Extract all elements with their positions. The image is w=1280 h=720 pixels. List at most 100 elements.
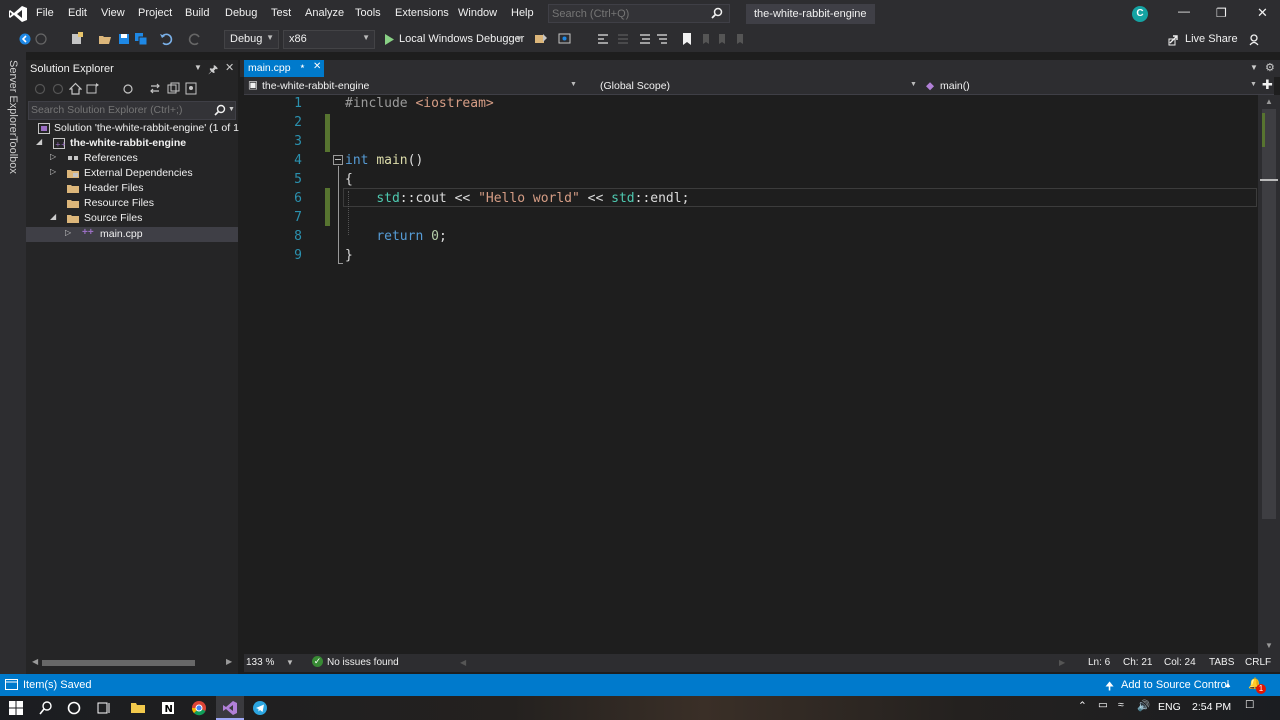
menu-test[interactable]: Test — [271, 7, 291, 19]
home-icon[interactable] — [69, 82, 82, 95]
chevron-down-icon[interactable]: ▼ — [228, 106, 235, 113]
tray-chevron-icon[interactable]: ⌃ — [1078, 700, 1087, 712]
menu-project[interactable]: Project — [138, 7, 172, 19]
menu-help[interactable]: Help — [511, 7, 534, 19]
menu-build[interactable]: Build — [185, 7, 209, 19]
switch-views-icon[interactable] — [86, 82, 100, 95]
tree-item-references[interactable]: ▷ References — [26, 151, 238, 166]
menu-extensions[interactable]: Extensions — [395, 7, 449, 19]
pending-changes-icon[interactable] — [122, 83, 138, 95]
solution-search-input[interactable] — [31, 104, 201, 116]
zoom-level[interactable]: 133 % — [246, 657, 274, 668]
step-icon[interactable] — [596, 32, 610, 46]
chevron-up-icon[interactable]: ▲ — [1224, 680, 1232, 689]
notion-icon[interactable]: N — [160, 700, 176, 716]
scroll-right-icon[interactable]: ▶ — [1059, 658, 1065, 667]
sync-icon[interactable] — [149, 82, 161, 95]
split-window-icon[interactable]: ✚ — [1262, 77, 1273, 93]
search-icon[interactable] — [38, 700, 54, 716]
scrollbar-thumb[interactable] — [42, 660, 195, 666]
scroll-left-icon[interactable]: ◀ — [460, 658, 466, 667]
scroll-down-icon[interactable]: ▼ — [1265, 641, 1273, 650]
line-ending-indicator[interactable]: CRLF — [1245, 657, 1271, 668]
redo-icon[interactable] — [188, 32, 202, 46]
prev-bookmark-icon[interactable] — [700, 32, 714, 46]
issues-status[interactable]: No issues found — [327, 657, 399, 668]
battery-icon[interactable]: ▭ — [1098, 699, 1108, 711]
menu-tools[interactable]: Tools — [355, 7, 381, 19]
windows-start-icon[interactable] — [8, 700, 24, 716]
menu-window[interactable]: Window — [458, 7, 497, 19]
collapse-all-icon[interactable] — [167, 82, 180, 95]
horizontal-scrollbar[interactable]: ◀ ▶ — [26, 656, 238, 670]
configuration-select[interactable]: Debug ▼ — [224, 30, 279, 49]
code-editor[interactable]: 1 2 3 4 5 6 7 8 9 #include <iostream> in… — [244, 95, 1258, 654]
vertical-scrollbar[interactable]: ▲ ▼ — [1258, 95, 1280, 654]
scroll-right-icon[interactable]: ▶ — [226, 657, 232, 666]
tree-item-resource-files[interactable]: Resource Files — [26, 196, 238, 211]
tree-item-main-cpp[interactable]: ▷ ++ main.cpp — [26, 227, 238, 242]
action-center-icon[interactable]: ☐ — [1245, 699, 1254, 711]
search-box[interactable] — [548, 4, 730, 23]
dropdown-icon[interactable]: ▼ — [194, 63, 202, 72]
pin-icon[interactable]: ⭑ — [300, 61, 305, 72]
show-all-files-icon[interactable] — [185, 82, 198, 95]
close-icon[interactable]: ✕ — [225, 61, 234, 74]
expanded-icon[interactable]: ◢ — [36, 137, 42, 146]
new-project-icon[interactable] — [70, 32, 84, 46]
account-avatar[interactable]: C — [1132, 6, 1148, 22]
tab-main-cpp[interactable]: main.cpp ⭑ ✕ — [244, 60, 324, 77]
search-input[interactable] — [552, 6, 702, 21]
tree-item-source-files[interactable]: ◢ Source Files — [26, 211, 238, 226]
collapsed-icon[interactable]: ▷ — [65, 228, 71, 237]
tree-item-header-files[interactable]: Header Files — [26, 181, 238, 196]
undo-icon[interactable] — [159, 32, 173, 46]
bookmark-icon[interactable] — [680, 32, 694, 46]
clear-bookmarks-icon[interactable] — [734, 32, 748, 46]
scroll-up-icon[interactable]: ▲ — [1265, 97, 1273, 106]
expanded-icon[interactable]: ◢ — [50, 212, 56, 221]
taskbar-active-app[interactable] — [216, 696, 244, 720]
chevron-down-icon[interactable]: ▼ — [286, 658, 294, 667]
scrollbar-thumb[interactable] — [1262, 109, 1276, 519]
browse-icon[interactable] — [534, 32, 548, 46]
close-tab-icon[interactable]: ✕ — [313, 61, 321, 72]
tab-list-dropdown-icon[interactable]: ▼ — [1250, 63, 1258, 72]
back-icon[interactable] — [18, 32, 32, 46]
step-over-icon[interactable] — [616, 32, 630, 46]
telegram-icon[interactable] — [252, 700, 268, 716]
project-scope-select[interactable]: ▣ the-white-rabbit-engine ▼ — [246, 79, 578, 93]
volume-icon[interactable]: 🔊 — [1137, 699, 1150, 712]
open-file-icon[interactable] — [98, 32, 112, 46]
solution-explorer-search[interactable]: ▼ — [28, 101, 236, 120]
menu-edit[interactable]: Edit — [68, 7, 87, 19]
tree-item-external-dependencies[interactable]: ▷ External Dependencies — [26, 166, 238, 181]
comment-icon[interactable] — [638, 32, 652, 46]
tabs-indicator[interactable]: TABS — [1209, 657, 1234, 668]
close-button[interactable]: ✕ — [1257, 5, 1268, 21]
add-to-source-control[interactable]: Add to Source Control — [1121, 679, 1229, 691]
collapse-region-icon[interactable] — [333, 155, 343, 165]
next-bookmark-icon[interactable] — [716, 32, 730, 46]
gear-icon[interactable]: ⚙ — [1265, 61, 1275, 74]
save-all-icon[interactable] — [134, 32, 148, 46]
task-view-icon[interactable] — [96, 700, 112, 716]
tree-item-project[interactable]: ◢ ++ the-white-rabbit-engine — [26, 136, 238, 151]
platform-select[interactable]: x86 ▼ — [283, 30, 375, 49]
uncomment-icon[interactable] — [655, 32, 669, 46]
minimize-button[interactable]: — — [1178, 4, 1190, 18]
tree-item-solution[interactable]: Solution 'the-white-rabbit-engine' (1 of… — [26, 121, 239, 136]
chrome-icon[interactable] — [191, 700, 207, 716]
screenshot-icon[interactable] — [558, 32, 572, 46]
pin-icon[interactable]: 🖈 — [208, 61, 218, 80]
restore-button[interactable]: ❐ — [1216, 6, 1227, 20]
menu-debug[interactable]: Debug — [225, 7, 257, 19]
cortana-icon[interactable] — [66, 700, 82, 716]
forward-icon[interactable] — [34, 32, 48, 46]
wifi-icon[interactable]: ≈ — [1118, 699, 1124, 711]
feedback-icon[interactable] — [1248, 33, 1262, 47]
file-explorer-icon[interactable] — [130, 700, 146, 716]
back-icon[interactable] — [34, 83, 46, 95]
collapsed-icon[interactable]: ▷ — [50, 152, 56, 161]
forward-icon[interactable] — [52, 83, 64, 95]
